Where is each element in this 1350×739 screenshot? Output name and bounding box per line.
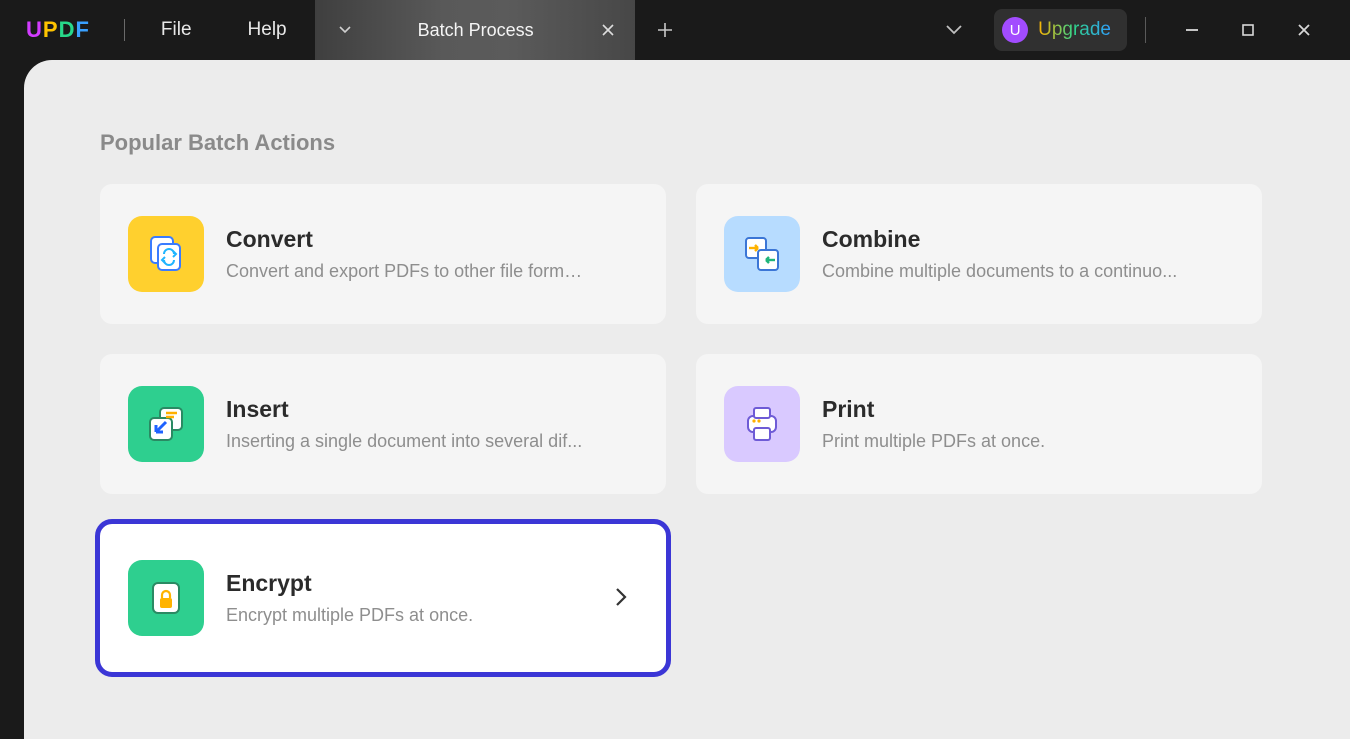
tab-dropdown-icon[interactable]	[333, 18, 357, 42]
logo-letter-f: F	[75, 17, 89, 43]
card-desc: Print multiple PDFs at once.	[822, 431, 1182, 452]
separator	[1145, 17, 1146, 43]
upgrade-button[interactable]: U Upgrade	[994, 9, 1127, 51]
combine-icon	[724, 216, 800, 292]
tab-close-icon[interactable]	[595, 17, 621, 43]
separator	[124, 19, 125, 41]
insert-icon	[128, 386, 204, 462]
card-title: Print	[822, 396, 1234, 423]
window-maximize-button[interactable]	[1228, 10, 1268, 50]
new-tab-button[interactable]	[635, 0, 695, 60]
card-convert[interactable]: Convert Convert and export PDFs to other…	[100, 184, 666, 324]
window-close-button[interactable]	[1284, 10, 1324, 50]
card-title: Insert	[226, 396, 638, 423]
app-logo: U P D F	[0, 17, 116, 43]
card-insert[interactable]: Insert Inserting a single document into …	[100, 354, 666, 494]
card-desc: Combine multiple documents to a continuo…	[822, 261, 1182, 282]
convert-icon	[128, 216, 204, 292]
avatar: U	[1002, 17, 1028, 43]
card-print[interactable]: Print Print multiple PDFs at once.	[696, 354, 1262, 494]
card-encrypt[interactable]: Encrypt Encrypt multiple PDFs at once.	[100, 524, 666, 672]
encrypt-icon	[128, 560, 204, 636]
menu-file[interactable]: File	[133, 0, 220, 60]
logo-letter-u: U	[26, 17, 43, 43]
titlebar: U P D F File Help Batch Process U Upgrad…	[0, 0, 1350, 60]
logo-letter-d: D	[59, 17, 76, 43]
card-title: Encrypt	[226, 570, 614, 597]
chevron-right-icon	[614, 586, 638, 610]
upgrade-label: Upgrade	[1038, 19, 1111, 41]
print-icon	[724, 386, 800, 462]
window-controls-group: U Upgrade	[934, 0, 1350, 60]
card-desc: Inserting a single document into several…	[226, 431, 586, 452]
card-title: Combine	[822, 226, 1234, 253]
section-title: Popular Batch Actions	[100, 130, 1280, 156]
logo-letter-p: P	[43, 17, 59, 43]
tab-batch-process[interactable]: Batch Process	[315, 0, 635, 60]
card-combine[interactable]: Combine Combine multiple documents to a …	[696, 184, 1262, 324]
cards-grid: Convert Convert and export PDFs to other…	[100, 184, 1280, 672]
menu-help[interactable]: Help	[220, 0, 315, 60]
card-desc: Encrypt multiple PDFs at once.	[226, 605, 586, 626]
card-title: Convert	[226, 226, 638, 253]
card-desc: Convert and export PDFs to other file fo…	[226, 261, 586, 282]
overflow-chevron-icon[interactable]	[934, 10, 974, 50]
tab-label: Batch Process	[357, 20, 595, 41]
workspace: Popular Batch Actions Convert Convert an…	[24, 60, 1350, 739]
window-minimize-button[interactable]	[1172, 10, 1212, 50]
